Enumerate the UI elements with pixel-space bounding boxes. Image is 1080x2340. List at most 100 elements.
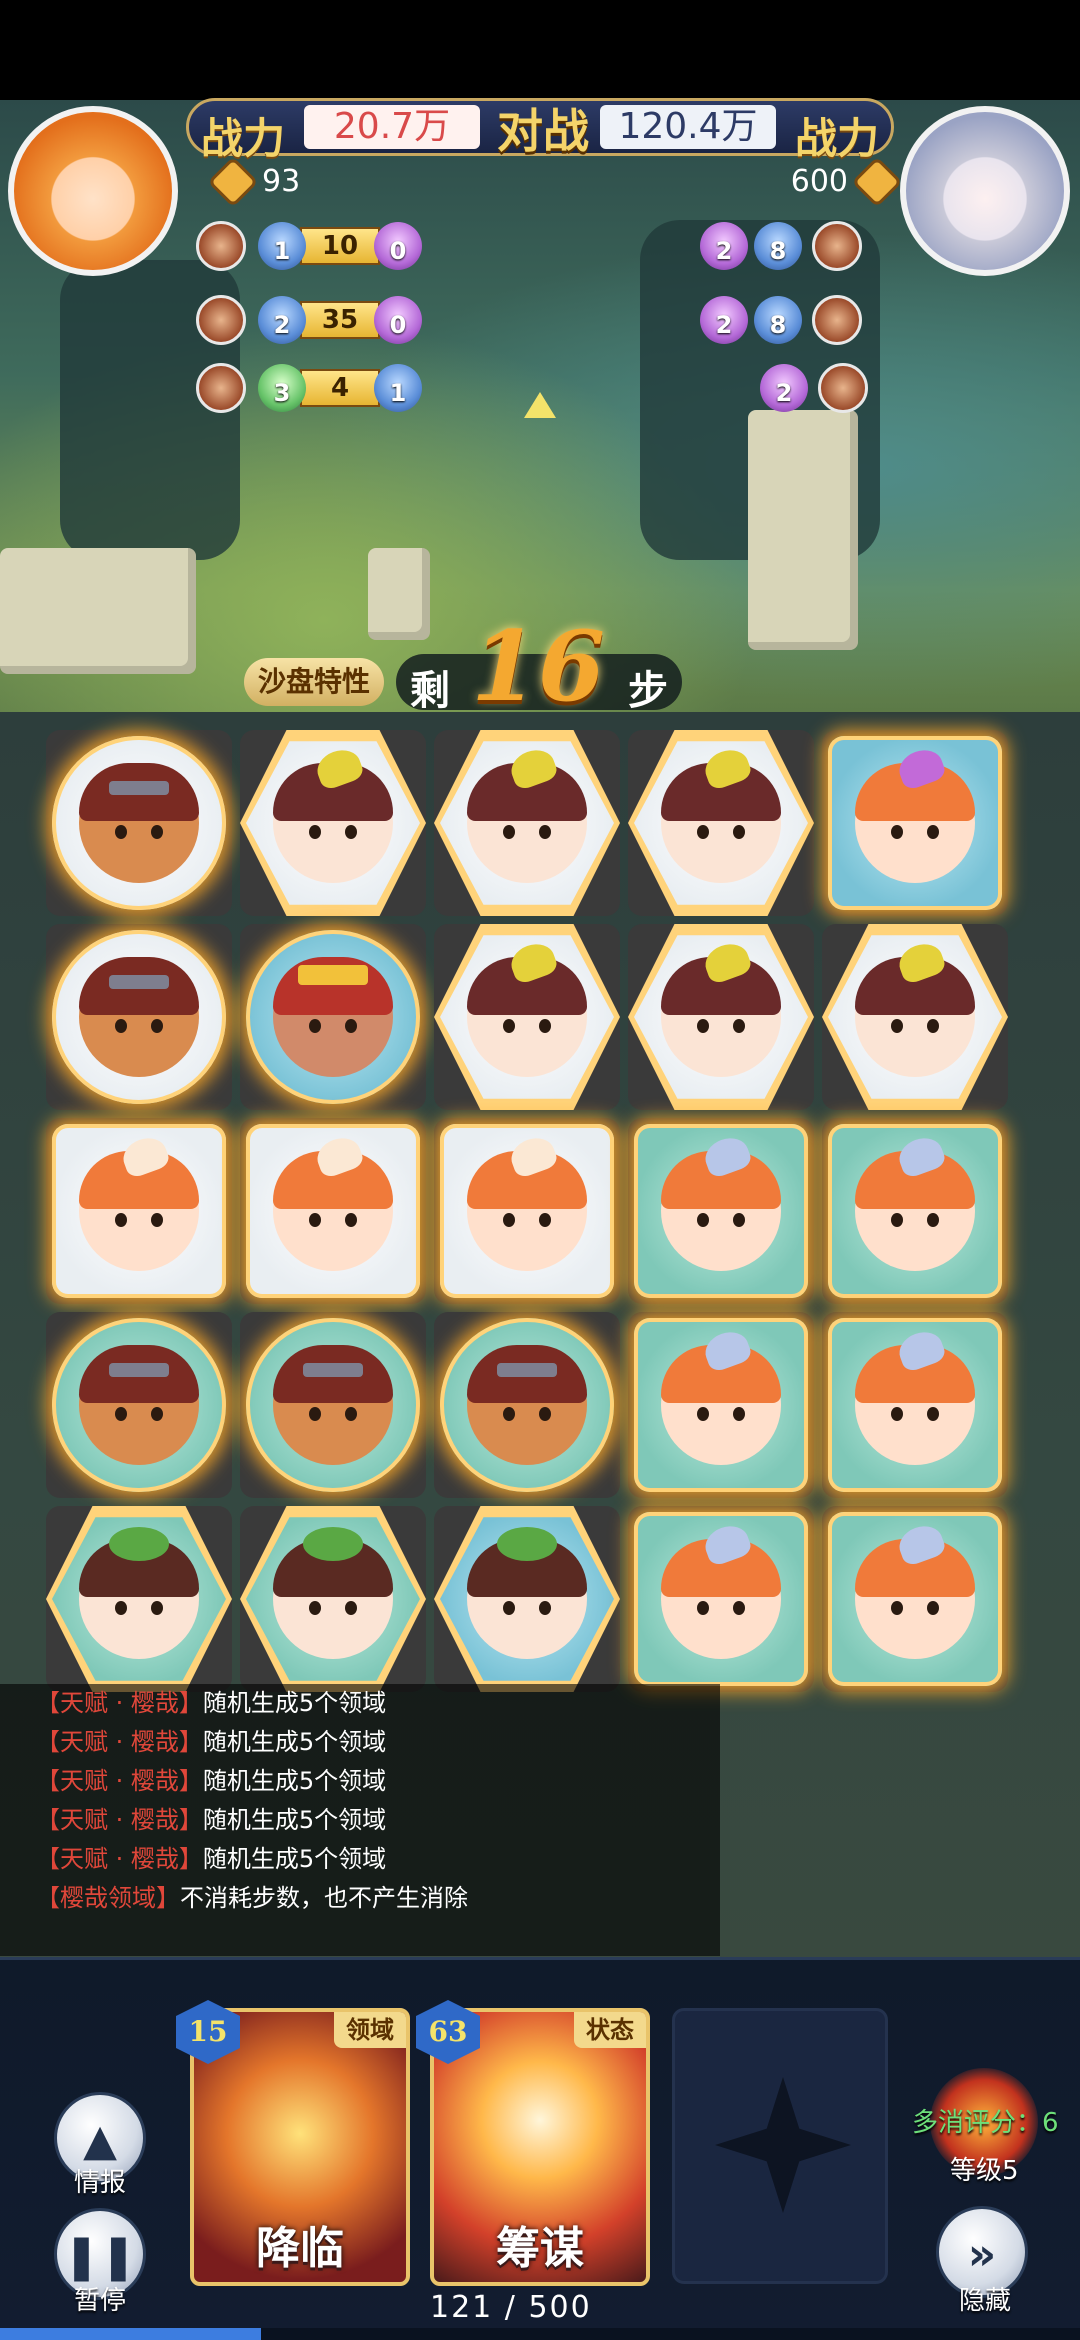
versus-label: 对战: [497, 104, 589, 158]
opponent-avatar[interactable]: [900, 106, 1070, 276]
hero-avatar: [812, 221, 862, 271]
player-hero-row[interactable]: 3 4 1: [196, 362, 422, 414]
player-avatar[interactable]: [8, 106, 178, 276]
player-hero-row[interactable]: 1 10 0: [196, 220, 422, 272]
log-line: 【天赋 · 樱哉】随机生成5个领域: [36, 1840, 720, 1879]
ruin-stone: [368, 548, 430, 640]
bear-face-icon: [79, 763, 199, 883]
board-cell[interactable]: [46, 1312, 232, 1498]
board-cell[interactable]: [822, 1118, 1008, 1304]
board-cell[interactable]: [240, 1118, 426, 1304]
board-cell[interactable]: [46, 1118, 232, 1304]
board-cell[interactable]: [628, 1312, 814, 1498]
battle-log: 【天赋 · 樱哉】随机生成5个领域 【天赋 · 樱哉】随机生成5个领域 【天赋 · …: [0, 1684, 720, 1956]
sandbox-traits-button[interactable]: 沙盘特性: [244, 658, 384, 706]
opponent-coins: 600: [790, 160, 899, 203]
board-cell[interactable]: [628, 1506, 814, 1692]
opponent-hero-row[interactable]: 2 8: [700, 220, 862, 272]
star-coin-icon: [211, 160, 255, 203]
log-text: 随机生成5个领域: [202, 1689, 387, 1717]
progress-fill: [0, 2328, 262, 2340]
girl-face-icon: [855, 938, 975, 1077]
log-text: 随机生成5个领域: [202, 1806, 387, 1834]
hero-avatar: [196, 221, 246, 271]
leaf-face-icon: [79, 1527, 199, 1659]
orange-purple-face-icon: [855, 744, 975, 883]
log-text: 随机生成5个领域: [202, 1767, 387, 1795]
tile-orange-cream: [246, 1124, 420, 1298]
orange-face-icon: [855, 1326, 975, 1465]
opponent-coins-value: 600: [790, 164, 848, 199]
ruin-stone: [0, 548, 196, 674]
player-hero-row[interactable]: 2 35 0: [196, 294, 422, 346]
hero-avatar: [196, 295, 246, 345]
hero-hp: 4: [300, 369, 380, 407]
orange-face-icon: [855, 1520, 975, 1659]
power-label-right: 战力: [794, 114, 879, 163]
board-cell[interactable]: [822, 730, 1008, 916]
log-text: 不消耗步数，也不产生消除: [180, 1884, 468, 1912]
blue-gem-icon: 1: [258, 222, 306, 270]
board-cell[interactable]: [240, 924, 426, 1110]
board-cell[interactable]: [822, 1312, 1008, 1498]
tile-boss: [246, 930, 420, 1104]
opponent-hero-row[interactable]: 2: [760, 362, 868, 414]
empty-card-slot[interactable]: [672, 2008, 888, 2284]
bear-face-icon: [79, 957, 199, 1077]
board-cell[interactable]: [434, 924, 620, 1110]
player-coins-value: 93: [262, 164, 301, 199]
board-cell[interactable]: [434, 1118, 620, 1304]
target-marker-icon: [524, 392, 556, 418]
board-cell[interactable]: [240, 730, 426, 916]
leaf-face-icon: [273, 1527, 393, 1659]
tile-orange: [634, 1318, 808, 1492]
board-cell[interactable]: [628, 730, 814, 916]
log-line: 【天赋 · 樱哉】随机生成5个领域: [36, 1762, 720, 1801]
purple-gem-icon: 2: [700, 296, 748, 344]
log-line: 【天赋 · 樱哉】随机生成5个领域: [36, 1723, 720, 1762]
orange-face-icon: [855, 1132, 975, 1271]
bear-face-icon: [273, 1345, 393, 1465]
log-line: 【天赋 · 樱哉】随机生成5个领域: [36, 1684, 720, 1723]
tile-bear: [52, 930, 226, 1104]
totem-stone: [748, 410, 858, 650]
board-cell[interactable]: [240, 1312, 426, 1498]
hero-hp: 10: [300, 227, 380, 265]
board-cell[interactable]: [434, 730, 620, 916]
board-cell[interactable]: [46, 1506, 232, 1692]
girl-face-icon: [467, 938, 587, 1077]
leaf-face-icon: [467, 1527, 587, 1659]
log-line: 【天赋 · 樱哉】随机生成5个领域: [36, 1801, 720, 1840]
hero-hp: 35: [300, 301, 380, 339]
girl-face-icon: [467, 744, 587, 883]
purple-gem-icon: 0: [374, 296, 422, 344]
board-cell[interactable]: [46, 730, 232, 916]
steps-remaining: 剩 16 步: [396, 610, 682, 723]
log-tag: 【天赋 · 樱哉】: [36, 1728, 203, 1756]
compass-star-icon: [715, 2077, 851, 2213]
board-cell[interactable]: [822, 1506, 1008, 1692]
orange-face-icon: [661, 1132, 781, 1271]
board-cell[interactable]: [628, 1118, 814, 1304]
board-cell[interactable]: [434, 1506, 620, 1692]
steps-prefix: 剩: [410, 668, 450, 714]
board-cell[interactable]: [822, 924, 1008, 1110]
progress-text: 121 / 500: [430, 2290, 592, 2325]
power-label-left: 战力: [201, 114, 286, 163]
board-cell[interactable]: [240, 1506, 426, 1692]
log-tag: 【天赋 · 樱哉】: [36, 1806, 203, 1834]
board-cell[interactable]: [46, 924, 232, 1110]
player-coins: 93: [211, 160, 301, 203]
tile-bear: [52, 736, 226, 910]
progress-bar: [0, 2328, 1080, 2340]
orange-cream-face-icon: [467, 1132, 587, 1271]
tile-orange: [634, 1512, 808, 1686]
tile-orange: [828, 1124, 1002, 1298]
tile-bear: [440, 1318, 614, 1492]
log-tag: 【天赋 · 樱哉】: [36, 1845, 203, 1873]
board-cell[interactable]: [434, 1312, 620, 1498]
steps-suffix: 步: [628, 668, 668, 714]
opponent-hero-row[interactable]: 2 8: [700, 294, 862, 346]
tile-orange-cream: [52, 1124, 226, 1298]
board-cell[interactable]: [628, 924, 814, 1110]
